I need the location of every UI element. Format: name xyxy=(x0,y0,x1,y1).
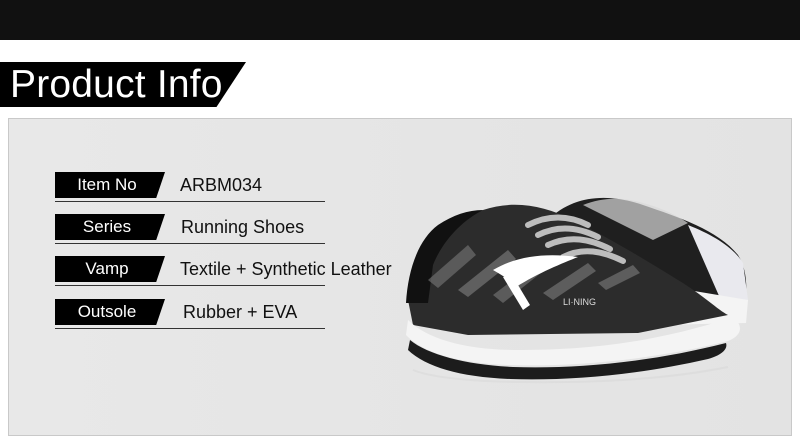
spec-divider xyxy=(55,285,325,286)
spec-label: Vamp xyxy=(85,259,129,278)
svg-text:LI·NING: LI·NING xyxy=(563,297,596,307)
spec-value: Running Shoes xyxy=(181,217,305,237)
spec-row-item-no: Item No ARBM034 xyxy=(55,172,415,204)
spec-row-outsole: Outsole Rubber + EVA xyxy=(55,299,415,331)
spec-value: Rubber + EVA xyxy=(183,302,298,322)
spec-label: Series xyxy=(82,217,132,236)
spec-row-vamp: Vamp Textile + Synthetic Leather xyxy=(55,256,415,288)
spec-row-series: Series Running Shoes xyxy=(55,214,415,246)
top-dark-band xyxy=(0,0,800,40)
spec-label: Outsole xyxy=(77,302,137,321)
running-shoe-image: LI·NING xyxy=(398,185,753,385)
product-info-page: Product Info Item No ARBM034 Series Runn… xyxy=(0,0,800,448)
spec-divider xyxy=(55,328,325,329)
page-title: Product Info xyxy=(10,63,223,106)
spec-divider xyxy=(55,243,325,244)
spec-divider xyxy=(55,201,325,202)
spec-value: Textile + Synthetic Leather xyxy=(180,259,392,279)
spec-label: Item No xyxy=(77,175,137,194)
spec-value: ARBM034 xyxy=(180,175,263,195)
